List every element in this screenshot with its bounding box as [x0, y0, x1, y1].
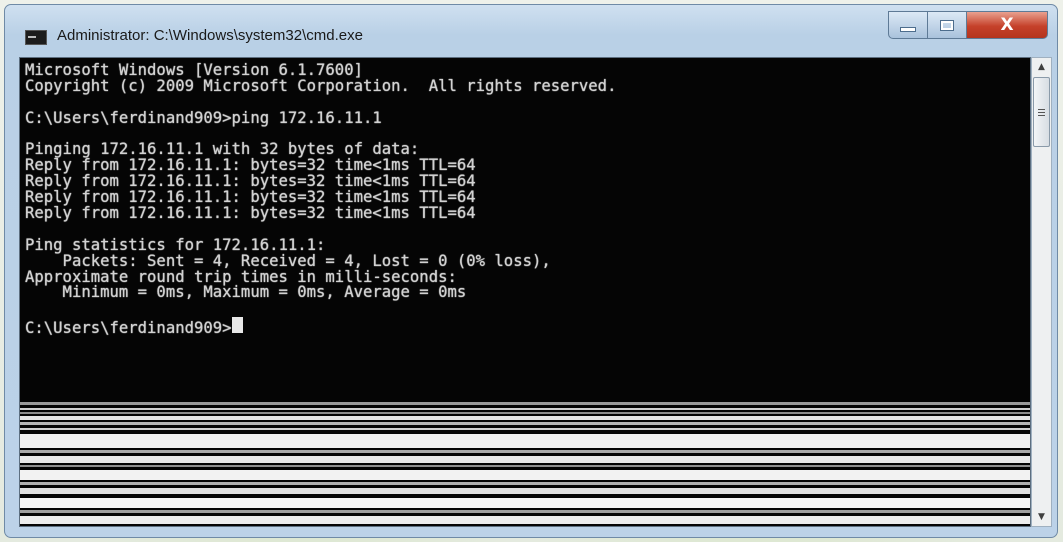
- scanline-band: [20, 482, 1030, 485]
- console-output[interactable]: Microsoft Windows [Version 6.1.7600] Copy…: [19, 57, 1031, 527]
- scanline-band: [20, 434, 1030, 448]
- console-line: Copyright (c) 2009 Microsoft Corporation…: [25, 76, 617, 95]
- scanline-band: [20, 402, 1030, 405]
- scroll-down-arrow-icon[interactable]: ▼: [1032, 508, 1051, 526]
- minimize-button[interactable]: [888, 11, 928, 39]
- maximize-icon: [940, 19, 954, 31]
- cmd-icon[interactable]: [25, 30, 47, 45]
- console-line: C:\Users\ferdinand909>: [25, 317, 616, 336]
- console-line: C:\Users\ferdinand909>ping 172.16.11.1: [25, 108, 382, 127]
- scroll-thumb[interactable]: [1033, 77, 1050, 147]
- scanline-band: [20, 488, 1030, 494]
- scanline-band: [20, 516, 1030, 524]
- scanline-band: [20, 422, 1030, 425]
- scanline-band: [20, 408, 1030, 410]
- title-bar[interactable]: Administrator: C:\Windows\system32\cmd.e…: [5, 5, 1057, 57]
- maximize-button[interactable]: [927, 11, 967, 39]
- scanline-band: [20, 510, 1030, 513]
- scroll-up-arrow-icon[interactable]: ▲: [1032, 58, 1051, 76]
- close-button[interactable]: X: [966, 11, 1048, 39]
- scanline-band: [20, 428, 1030, 430]
- console-line: Minimum = 0ms, Maximum = 0ms, Average = …: [25, 283, 467, 302]
- scanline-band: [20, 470, 1030, 480]
- cmd-window: Administrator: C:\Windows\system32\cmd.e…: [4, 4, 1058, 538]
- terminal-text: Microsoft Windows [Version 6.1.7600] Copy…: [25, 62, 617, 336]
- minimize-icon: [900, 26, 916, 32]
- console-line: Reply from 172.16.11.1: bytes=32 time<1m…: [25, 204, 476, 223]
- scanline-band: [20, 416, 1030, 420]
- scanline-band: [20, 412, 1030, 414]
- scanline-band: [20, 465, 1030, 467]
- scanline-band: [20, 498, 1030, 508]
- vertical-scrollbar[interactable]: ▲ ▼: [1031, 57, 1052, 527]
- text-cursor: [231, 317, 243, 334]
- scanline-band: [20, 456, 1030, 463]
- scanline-band: [20, 450, 1030, 453]
- close-icon: X: [1000, 15, 1014, 35]
- window-title: Administrator: C:\Windows\system32\cmd.e…: [57, 27, 363, 44]
